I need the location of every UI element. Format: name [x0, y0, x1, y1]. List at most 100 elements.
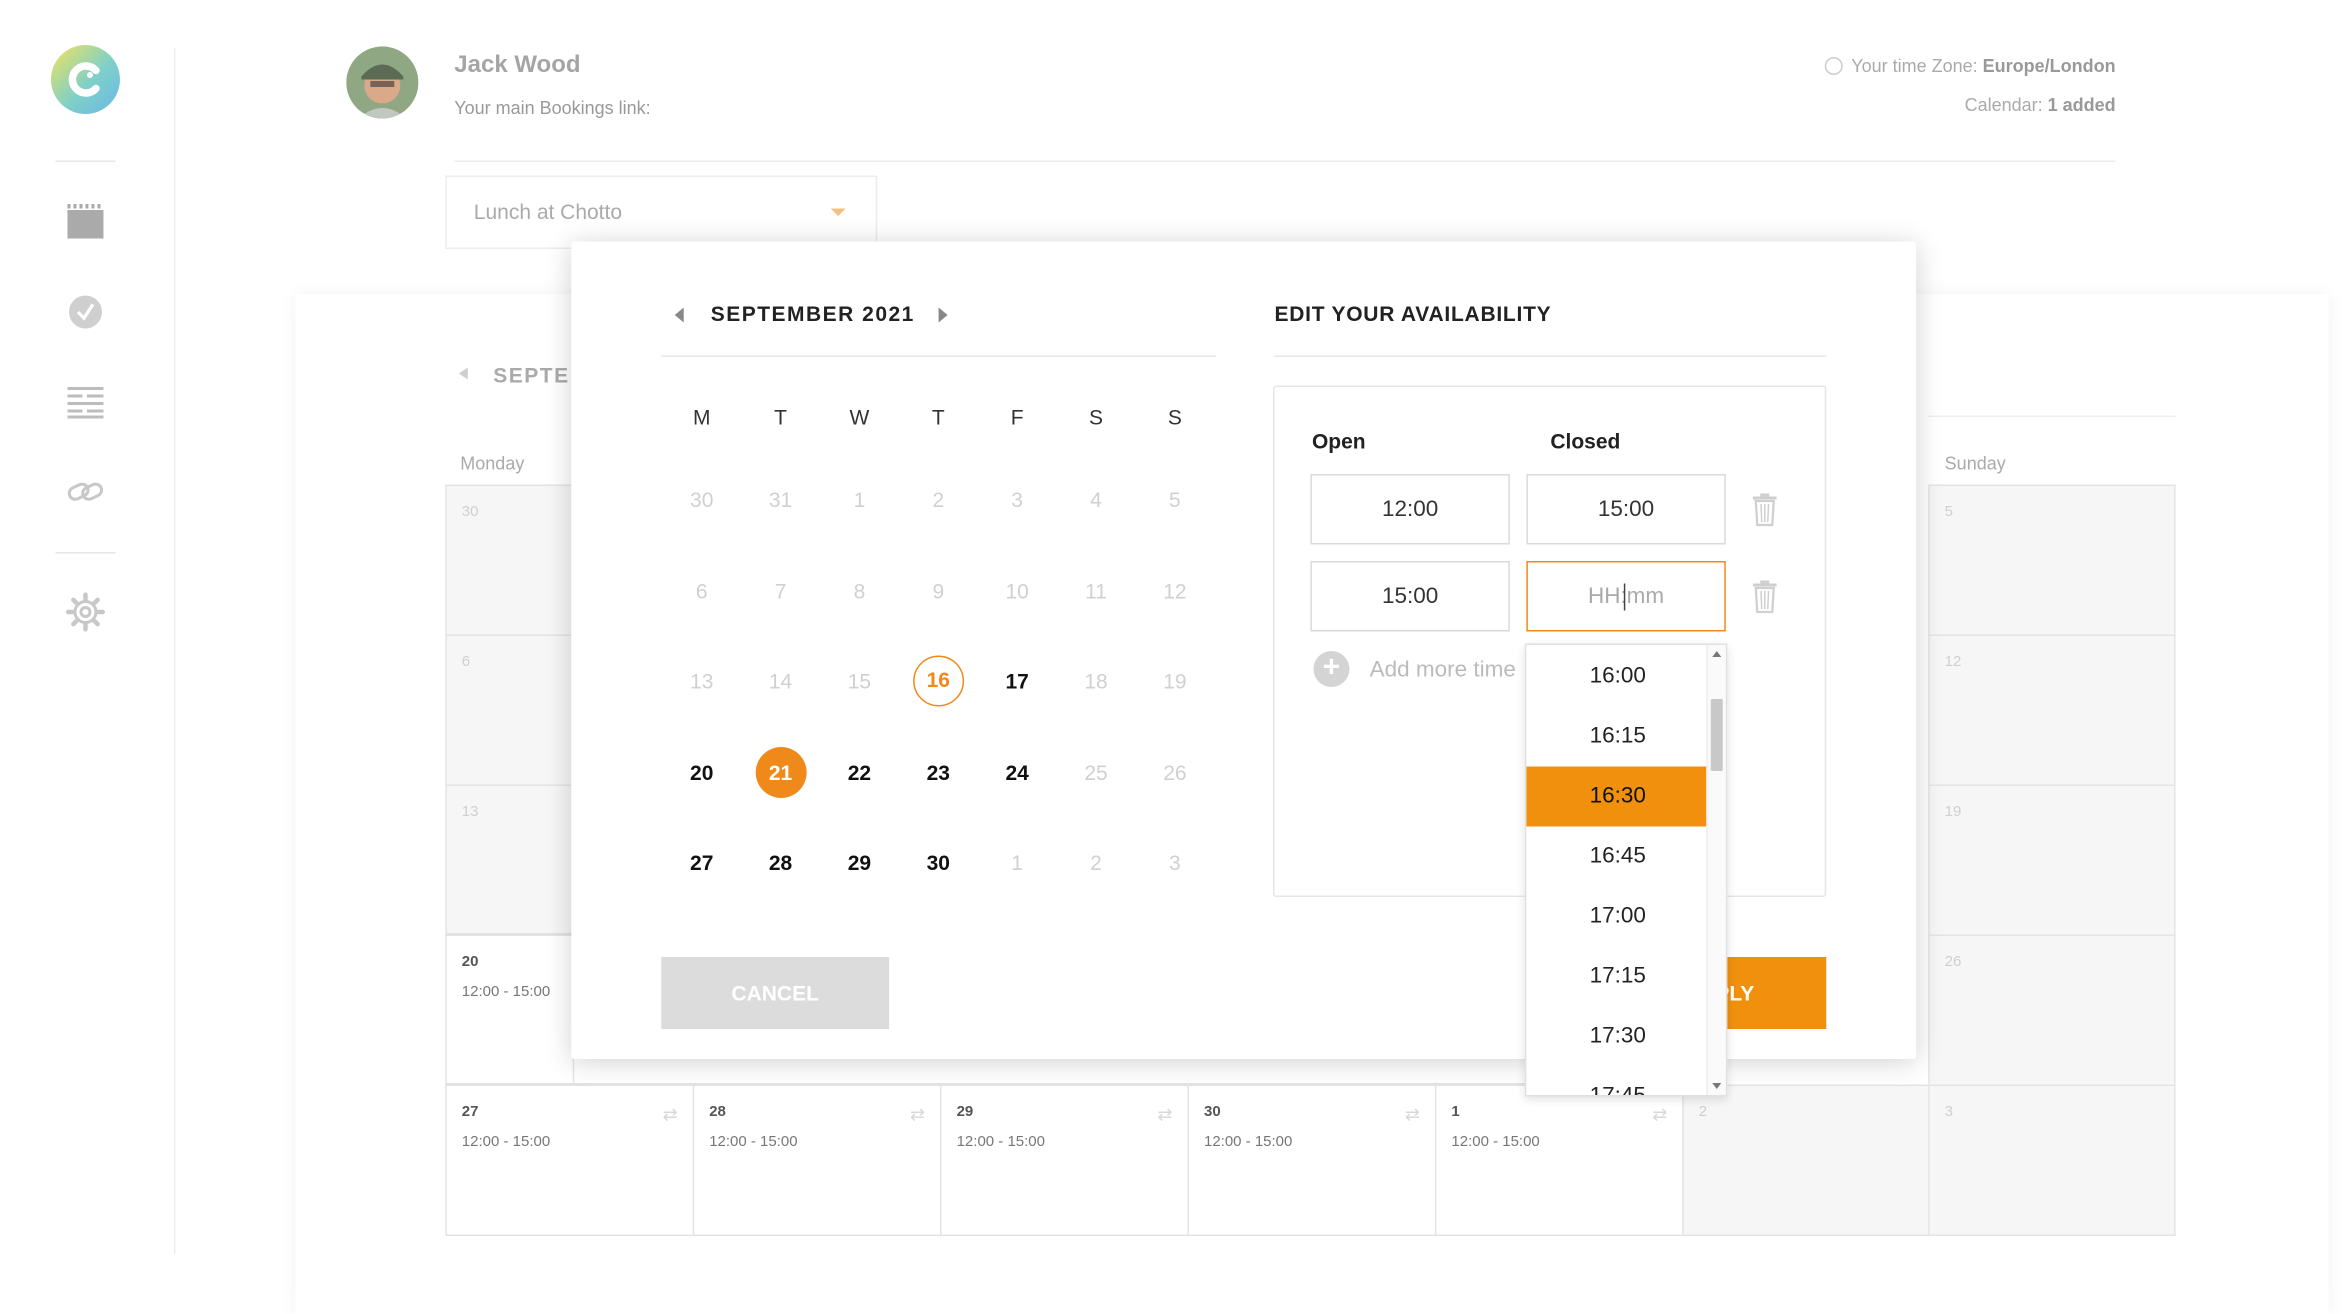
trash-icon[interactable] — [1752, 580, 1777, 622]
day-number: 30 — [461, 504, 479, 521]
add-more-time-button[interactable]: + Add more time — [1313, 651, 1516, 687]
list-icon — [67, 387, 104, 419]
time-option[interactable]: 16:30 — [1526, 766, 1710, 827]
event-select[interactable]: Lunch at Chotto — [445, 175, 878, 249]
col-header-monday: Monday — [460, 453, 525, 474]
repeat-icon: ⇄ — [1157, 1104, 1173, 1125]
weekday-label: W — [849, 405, 870, 429]
sidebar-item-links[interactable] — [66, 473, 105, 512]
calendar-day[interactable]: 23 — [913, 747, 964, 798]
chevron-down-icon — [830, 208, 846, 216]
calendar-day: 11 — [1085, 578, 1107, 603]
sidebar-item-settings[interactable] — [65, 592, 105, 632]
gear-icon — [65, 592, 105, 632]
modal-month-title: SEPTEMBER 2021 — [710, 301, 915, 326]
day-cell[interactable]: 13 — [445, 784, 575, 936]
day-cell[interactable]: 27 ⇄ 12:00 - 15:00 — [445, 1084, 695, 1236]
calendar-day-today[interactable]: 16 — [912, 655, 964, 707]
calendar-icon — [67, 204, 104, 239]
calendar-day[interactable]: 22 — [834, 747, 885, 798]
time-option[interactable]: 16:15 — [1526, 707, 1709, 767]
day-number: 30 — [1203, 1104, 1221, 1121]
trash-icon[interactable] — [1752, 493, 1777, 535]
time-option[interactable]: 17:45 — [1526, 1067, 1709, 1095]
sidebar — [0, 0, 176, 1314]
sidebar-item-events[interactable] — [66, 383, 105, 422]
calendar-day[interactable]: 20 — [676, 747, 727, 798]
day-cell[interactable]: 20 12:00 - 15:00 — [445, 934, 575, 1086]
closed-time-input[interactable]: 15:00 — [1526, 474, 1726, 545]
day-cell[interactable]: 30 — [445, 484, 575, 636]
calendar-day[interactable]: 24 — [992, 747, 1043, 798]
time-option[interactable]: 17:15 — [1526, 947, 1709, 1007]
weekday-label: S — [1167, 405, 1182, 429]
day-cell[interactable]: 26 — [1928, 934, 2176, 1086]
day-number: 12 — [1944, 654, 1962, 671]
day-cell[interactable]: 28 ⇄ 12:00 - 15:00 — [692, 1084, 942, 1236]
calendar-day: 12 — [1163, 578, 1187, 603]
sidebar-separator — [55, 160, 116, 162]
weekday-label: S — [1089, 405, 1104, 429]
bg-prev-month-icon[interactable] — [458, 367, 468, 380]
day-number: 2 — [1698, 1104, 1708, 1121]
day-cell[interactable]: 2 — [1682, 1084, 1930, 1236]
day-cell[interactable]: 30 ⇄ 12:00 - 15:00 — [1187, 1084, 1437, 1236]
day-cell[interactable]: 6 — [445, 634, 575, 786]
day-number: 29 — [956, 1104, 974, 1121]
calendar-day-selected[interactable]: 21 — [755, 746, 807, 798]
calendar-day: 26 — [1163, 760, 1187, 785]
text-cursor — [1623, 583, 1626, 611]
col-header-sunday: Sunday — [1944, 453, 2006, 474]
calendar-day: 5 — [1169, 487, 1181, 512]
calendar-day: 8 — [853, 578, 866, 603]
user-avatar[interactable] — [346, 46, 419, 119]
day-cell[interactable]: 19 — [1928, 784, 2176, 936]
day-number: 19 — [1944, 804, 1962, 821]
scroll-down-icon[interactable] — [1712, 1083, 1722, 1089]
sidebar-item-calendar[interactable] — [66, 203, 105, 242]
time-dropdown[interactable]: 16:00 16:15 16:30 16:45 17:00 17:15 17:30 17:45 — [1524, 643, 1728, 1097]
prev-month-icon[interactable] — [674, 307, 684, 323]
scroll-up-icon[interactable] — [1712, 651, 1722, 657]
calendar-day: 6 — [695, 578, 708, 603]
bg-month-label: SEPTE — [493, 363, 570, 387]
app-logo[interactable] — [50, 45, 120, 114]
day-cell[interactable]: 5 — [1928, 484, 2176, 636]
open-label: Open — [1311, 429, 1366, 453]
repeat-icon: ⇄ — [910, 1104, 926, 1125]
scroll-thumb[interactable] — [1710, 699, 1723, 771]
day-range: 12:00 - 15:00 — [956, 1134, 1045, 1151]
next-month-icon[interactable] — [938, 307, 948, 323]
dropdown-scrollbar[interactable] — [1706, 645, 1726, 1095]
open-time-input[interactable]: 12:00 — [1310, 474, 1510, 545]
calendar-day[interactable]: 30 — [913, 838, 964, 889]
sidebar-item-bookings[interactable] — [66, 293, 105, 332]
day-cell[interactable]: 12 — [1928, 634, 2176, 786]
trash-icon-svg — [1752, 580, 1777, 614]
day-range: 12:00 - 15:00 — [461, 1134, 551, 1151]
day-range: 12:00 - 15:00 — [709, 1134, 798, 1151]
calendar-day: 1 — [853, 487, 866, 512]
calendar-day[interactable]: 28 — [755, 838, 806, 889]
closed-time-input-active[interactable]: HH:mm — [1526, 561, 1726, 632]
time-option[interactable]: 17:30 — [1526, 1007, 1709, 1067]
calendar-day: 3 — [1169, 851, 1181, 876]
check-circle-icon — [68, 295, 102, 329]
time-option[interactable]: 16:45 — [1526, 827, 1709, 887]
calendar-info-value: 1 added — [2047, 94, 2116, 116]
timezone-info[interactable]: Your time Zone: Europe/London — [1824, 56, 2116, 77]
cancel-button[interactable]: CANCEL — [661, 957, 890, 1029]
day-number: 1 — [1451, 1104, 1460, 1121]
time-option[interactable]: 16:00 — [1526, 647, 1709, 707]
day-number: 20 — [461, 954, 479, 971]
open-time-input[interactable]: 15:00 — [1310, 561, 1510, 632]
day-cell[interactable]: 3 — [1928, 1084, 2176, 1236]
calendar-info-label: Calendar: — [1964, 94, 2043, 116]
calendar-info[interactable]: Calendar: 1 added — [1965, 95, 2116, 116]
day-number: 6 — [461, 654, 471, 671]
time-option[interactable]: 17:00 — [1526, 887, 1709, 947]
day-range: 12:00 - 15:00 — [1451, 1134, 1540, 1151]
calendar-day: 13 — [690, 669, 714, 694]
day-cell[interactable]: 29 ⇄ 12:00 - 15:00 — [940, 1084, 1190, 1236]
day-cell[interactable]: 1 ⇄ 12:00 - 15:00 — [1434, 1084, 1684, 1236]
